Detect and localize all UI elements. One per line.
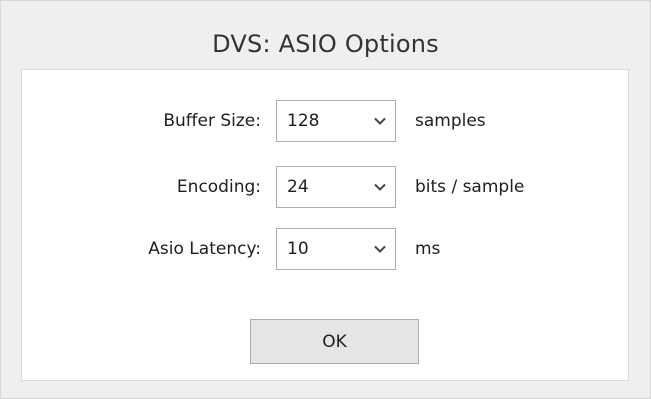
encoding-value: 24 [287, 177, 309, 197]
buffer-size-row: Buffer Size: 128 samples [22, 100, 628, 142]
asio-latency-select[interactable]: 10 [276, 228, 396, 270]
asio-options-dialog: DVS: ASIO Options Buffer Size: 128 sampl… [0, 0, 651, 399]
asio-latency-unit: ms [415, 239, 441, 259]
chevron-down-icon [365, 167, 395, 207]
chevron-down-icon [365, 229, 395, 269]
buffer-size-label: Buffer Size: [163, 111, 261, 131]
encoding-unit: bits / sample [415, 177, 525, 197]
dialog-content: Buffer Size: 128 samples Encoding: 24 bi… [21, 69, 629, 381]
asio-latency-label: Asio Latency: [148, 239, 261, 259]
buffer-size-unit: samples [415, 111, 486, 131]
asio-latency-row: Asio Latency: 10 ms [22, 228, 628, 270]
dialog-title: DVS: ASIO Options [212, 30, 439, 58]
encoding-label: Encoding: [176, 177, 261, 197]
buffer-size-value: 128 [287, 111, 320, 131]
buffer-size-select[interactable]: 128 [276, 100, 396, 142]
encoding-select[interactable]: 24 [276, 166, 396, 208]
encoding-row: Encoding: 24 bits / sample [22, 166, 628, 208]
ok-button[interactable]: OK [250, 319, 419, 364]
chevron-down-icon [365, 101, 395, 141]
asio-latency-value: 10 [287, 239, 309, 259]
